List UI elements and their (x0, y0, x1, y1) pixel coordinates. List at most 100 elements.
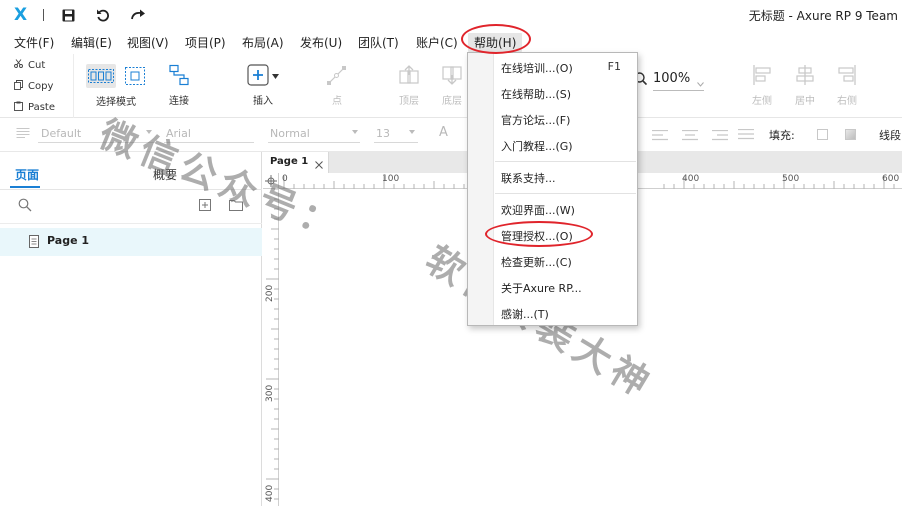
menu-edit[interactable]: 编辑(E) (71, 34, 112, 51)
text-align-left-icon[interactable] (652, 129, 668, 144)
tab-page-label: Page 1 (270, 156, 309, 167)
menu-account[interactable]: 账户(C) (416, 34, 458, 51)
style-select[interactable]: Default (41, 127, 81, 140)
page-list-item[interactable]: Page 1 (0, 228, 262, 256)
page-icon (29, 235, 39, 251)
menu-file[interactable]: 文件(F) (14, 34, 54, 51)
ruler-h-label: 600 (882, 174, 900, 184)
select-contain-icon[interactable] (124, 64, 146, 88)
menu-item-about[interactable]: 关于Axure RP... (501, 280, 582, 296)
connect-button[interactable]: 连接 (162, 64, 196, 107)
insert-button[interactable]: 插入 (242, 64, 284, 107)
search-divider (0, 223, 262, 224)
weight-select-underline (268, 142, 360, 143)
text-align-justify-icon[interactable] (738, 128, 754, 143)
tab-page-1[interactable]: Page 1 (263, 152, 329, 173)
paint-format-icon[interactable] (16, 127, 30, 143)
point-path-icon (326, 66, 348, 89)
menu-item-shortcut: F1 (607, 60, 621, 73)
align-right-icon (836, 65, 858, 89)
ruler-h-label: 100 (382, 174, 400, 184)
menu-project[interactable]: 项目(P) (185, 34, 226, 51)
save-icon[interactable] (58, 5, 78, 25)
text-align-center-icon[interactable] (682, 129, 698, 144)
connector-icon (168, 64, 190, 89)
align-center-button[interactable]: 居中 (792, 64, 818, 107)
search-icon[interactable] (18, 198, 32, 215)
ruler-origin[interactable] (263, 173, 279, 189)
style-select-underline (38, 142, 156, 143)
font-color-button[interactable]: A (439, 125, 448, 140)
ruler-h-label: 0 (282, 174, 288, 184)
style-bar: Default Arial Normal 13 A 填充: 线段 (0, 118, 902, 152)
top-layer-label: 顶层 (399, 96, 419, 107)
help-menu-dropdown: 在线培训...(O) F1 在线帮助...(S) 官方论坛...(F) 入门教程… (467, 52, 638, 326)
menu-team[interactable]: 团队(T) (358, 34, 399, 51)
font-weight-select[interactable]: Normal (270, 127, 310, 140)
menu-view[interactable]: 视图(V) (127, 34, 169, 51)
fill-color-swatch[interactable] (817, 129, 828, 140)
menu-item-online-training[interactable]: 在线培训...(O) (501, 60, 573, 76)
tab-pages[interactable]: 页面 (15, 166, 39, 183)
window-title: 无标题 - Axure RP 9 Team (748, 9, 898, 23)
ruler-v-label: 400 (265, 484, 275, 502)
select-intersect-icon[interactable] (86, 64, 116, 88)
bring-to-front-button[interactable]: 顶层 (396, 64, 422, 107)
menu-item-contact-support[interactable]: 联系支持... (501, 170, 556, 186)
paste-button[interactable]: Paste (14, 101, 55, 114)
title-separator (43, 9, 44, 21)
add-folder-icon[interactable] (229, 199, 243, 214)
center-align-label: 居中 (795, 96, 815, 107)
panel-divider (0, 189, 262, 190)
zoom-control[interactable]: 100% (634, 70, 704, 94)
tab-outline[interactable]: 概要 (153, 166, 177, 183)
point-button[interactable]: 点 (324, 64, 350, 107)
menu-item-tutorial[interactable]: 入门教程...(G) (501, 138, 573, 154)
fill-gradient-swatch[interactable] (845, 129, 856, 140)
cut-button[interactable]: Cut (14, 59, 45, 71)
clipboard-icon (14, 101, 23, 114)
clipboard-group: Cut Copy Paste (0, 54, 74, 118)
send-back-icon (441, 66, 463, 89)
copy-icon (14, 80, 23, 93)
fill-label: 填充: (769, 129, 795, 142)
vertical-ruler: 200 300 400 (263, 189, 279, 506)
add-page-icon[interactable] (199, 199, 211, 214)
menu-item-online-help[interactable]: 在线帮助...(S) (501, 86, 571, 102)
copy-button[interactable]: Copy (14, 80, 53, 93)
bring-front-icon (398, 65, 420, 89)
menu-item-thanks[interactable]: 感谢...(T) (501, 306, 549, 322)
align-left-button[interactable]: 左侧 (749, 64, 775, 107)
redo-icon[interactable] (128, 5, 148, 25)
font-family-select[interactable]: Arial (166, 127, 191, 140)
align-right-button[interactable]: 右侧 (834, 64, 860, 107)
align-left-icon (751, 65, 773, 89)
crosshair-icon (265, 175, 277, 187)
menu-item-forum[interactable]: 官方论坛...(F) (501, 112, 570, 128)
font-select-underline (164, 142, 254, 143)
menu-gutter (468, 53, 494, 325)
send-to-back-button[interactable]: 底层 (439, 64, 465, 107)
size-caret-icon (409, 130, 415, 134)
menu-layout[interactable]: 布局(A) (242, 34, 284, 51)
menu-help[interactable]: 帮助(H) (468, 33, 523, 52)
font-size-select[interactable]: 13 (376, 127, 390, 140)
zoom-caret-icon (697, 76, 704, 90)
insert-label: 插入 (253, 96, 273, 107)
right-align-label: 右侧 (837, 96, 857, 107)
zoom-value: 100% (653, 71, 691, 86)
page-name: Page 1 (47, 234, 90, 247)
menu-item-welcome[interactable]: 欢迎界面...(W) (501, 202, 575, 218)
connect-label: 连接 (169, 96, 189, 107)
scissors-icon (14, 59, 23, 71)
menu-publish[interactable]: 发布(U) (300, 34, 342, 51)
menu-item-manage-license[interactable]: 管理授权...(O) (501, 228, 573, 244)
undo-icon[interactable] (93, 5, 113, 25)
select-mode-label: 选择模式 (96, 97, 136, 108)
select-mode-button[interactable]: 选择模式 (84, 64, 148, 108)
title-bar: X 无标题 - Axure RP 9 Team (0, 0, 902, 30)
text-align-right-icon[interactable] (712, 129, 728, 144)
close-tab-icon[interactable] (315, 158, 323, 172)
menu-item-check-updates[interactable]: 检查更新...(C) (501, 254, 572, 270)
left-align-label: 左侧 (752, 96, 772, 107)
